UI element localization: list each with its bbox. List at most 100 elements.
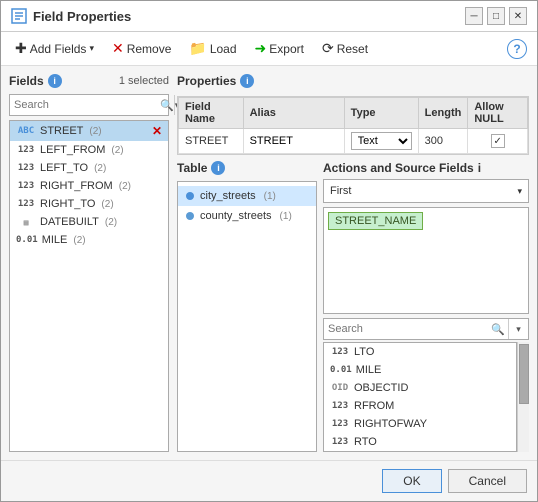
- help-button[interactable]: ?: [507, 39, 527, 59]
- remove-button[interactable]: ✕ Remove: [108, 38, 175, 59]
- field-name: RIGHT_TO: [40, 198, 95, 210]
- properties-table-section: Field Name Alias Type Length Allow NULL …: [177, 96, 529, 155]
- dropdown-value: First: [330, 185, 351, 197]
- type-select[interactable]: Text Integer Double Date: [351, 132, 412, 150]
- cell-field-name: STREET: [179, 129, 244, 154]
- dialog-title: Field Properties: [33, 9, 131, 24]
- bottom-bar: OK Cancel: [1, 460, 537, 501]
- allow-null-checkbox[interactable]: ✓: [491, 134, 505, 148]
- source-item-rightofway[interactable]: 123 RIGHTOFWAY: [324, 415, 516, 433]
- source-search-icon[interactable]: 🔍: [488, 319, 508, 339]
- source-search-box: 🔍 ▾: [323, 318, 529, 340]
- source-chip[interactable]: STREET_NAME: [328, 212, 423, 230]
- fields-list: ABC STREET (2) ✕ 123 LEFT_FROM (2) 123 L…: [9, 120, 169, 452]
- table-info-icon[interactable]: i: [211, 161, 225, 175]
- field-count: (2): [119, 181, 131, 192]
- dialog-icon: [11, 8, 27, 24]
- table-list: city_streets (1) county_streets (1): [177, 181, 317, 452]
- source-search-dropdown[interactable]: ▾: [508, 319, 528, 339]
- table-item-count: (1): [280, 211, 292, 222]
- table-item-county-streets[interactable]: county_streets (1): [178, 206, 316, 226]
- table-item-name: county_streets: [200, 210, 272, 222]
- source-item-type: 123: [330, 401, 350, 411]
- source-fields-box: STREET_NAME: [323, 207, 529, 314]
- source-item-objectid[interactable]: OID OBJECTID: [324, 379, 516, 397]
- properties-label: Properties: [177, 74, 236, 88]
- source-item-name: MILE: [356, 364, 382, 376]
- export-button[interactable]: ➜ Export: [251, 38, 308, 59]
- fields-info-icon[interactable]: i: [48, 74, 62, 88]
- reset-icon: ⟳: [322, 40, 334, 57]
- field-type-abc-icon: ABC: [16, 126, 36, 136]
- field-type-123-icon: 123: [16, 199, 36, 209]
- main-content: Fields i 1 selected 🔍 ▾ ABC STREET (2) ✕…: [1, 66, 537, 460]
- field-item-datebuilt[interactable]: ▦ DATEBUILT (2): [10, 213, 168, 231]
- field-name: DATEBUILT: [40, 216, 99, 228]
- cell-type[interactable]: Text Integer Double Date: [344, 129, 418, 154]
- cancel-button[interactable]: Cancel: [448, 469, 527, 493]
- minimize-button[interactable]: ─: [465, 7, 483, 25]
- fields-search-icon[interactable]: 🔍: [160, 95, 174, 115]
- field-count: (2): [94, 163, 106, 174]
- field-item-left-from[interactable]: 123 LEFT_FROM (2): [10, 141, 168, 159]
- source-search-input[interactable]: [324, 323, 488, 335]
- cell-allow-null[interactable]: ✓: [468, 129, 528, 154]
- source-list-container: 123 LTO 0.01 MILE OID OBJECTID: [323, 342, 529, 452]
- source-item-name: RFROM: [354, 400, 394, 412]
- title-bar-controls: ─ □ ✕: [465, 7, 527, 25]
- fields-search-box: 🔍 ▾: [9, 94, 169, 116]
- ok-button[interactable]: OK: [382, 469, 441, 493]
- source-item-mile[interactable]: 0.01 MILE: [324, 361, 516, 379]
- close-button[interactable]: ✕: [509, 7, 527, 25]
- alias-input[interactable]: [250, 135, 338, 147]
- source-item-rto[interactable]: 123 RTO: [324, 433, 516, 451]
- field-item-right-from[interactable]: 123 RIGHT_FROM (2): [10, 177, 168, 195]
- add-fields-dropdown-arrow: ▾: [89, 43, 94, 54]
- lower-content: Table i city_streets (1) county_streets …: [177, 161, 529, 452]
- table-item-count: (1): [264, 191, 276, 202]
- source-item-name: OBJECTID: [354, 382, 408, 394]
- properties-row: STREET Text Integer Double Date 300: [179, 129, 528, 154]
- title-bar-left: Field Properties: [11, 8, 131, 24]
- load-icon: 📁: [189, 40, 206, 57]
- field-item-right-to[interactable]: 123 RIGHT_TO (2): [10, 195, 168, 213]
- scrollbar[interactable]: [517, 342, 529, 452]
- properties-panel: Properties i Field Name Alias Type Lengt…: [177, 74, 529, 452]
- load-button[interactable]: 📁 Load: [185, 38, 240, 59]
- field-type-grid-icon: ▦: [16, 218, 36, 227]
- field-item-mile[interactable]: 0.01 MILE (2): [10, 231, 168, 249]
- remove-icon: ✕: [112, 40, 124, 57]
- actions-info-icon[interactable]: i: [478, 161, 481, 175]
- field-item-street[interactable]: ABC STREET (2) ✕: [10, 121, 168, 141]
- source-item-name: RTO: [354, 436, 377, 448]
- field-remove-icon[interactable]: ✕: [152, 124, 162, 138]
- source-item-type: 0.01: [330, 365, 352, 375]
- field-count: (2): [89, 126, 101, 137]
- actions-panel: Actions and Source Fields i First ▾ STRE…: [323, 161, 529, 452]
- maximize-button[interactable]: □: [487, 7, 505, 25]
- field-item-left-to[interactable]: 123 LEFT_TO (2): [10, 159, 168, 177]
- fields-panel: Fields i 1 selected 🔍 ▾ ABC STREET (2) ✕…: [9, 74, 169, 452]
- field-name: STREET: [40, 125, 83, 137]
- table-item-city-streets[interactable]: city_streets (1): [178, 186, 316, 206]
- cell-alias[interactable]: [243, 129, 344, 154]
- add-fields-button[interactable]: ✚ Add Fields ▾: [11, 38, 98, 59]
- field-type-123-icon: 123: [16, 163, 36, 173]
- properties-info-icon[interactable]: i: [240, 74, 254, 88]
- fields-header: Fields i 1 selected: [9, 74, 169, 88]
- scrollbar-thumb[interactable]: [519, 344, 529, 404]
- source-item-name: LTO: [354, 346, 374, 358]
- table-item-dot: [186, 192, 194, 200]
- field-count: (2): [101, 199, 113, 210]
- source-item-lto[interactable]: 123 LTO: [324, 343, 516, 361]
- reset-button[interactable]: ⟳ Reset: [318, 38, 372, 59]
- source-item-rfrom[interactable]: 123 RFROM: [324, 397, 516, 415]
- field-count: (2): [105, 217, 117, 228]
- field-name: LEFT_TO: [40, 162, 88, 174]
- dropdown-arrow: ▾: [517, 186, 522, 197]
- fields-search-input[interactable]: [10, 99, 160, 111]
- source-search-area: 🔍 ▾ 123 LTO 0.01 MIL: [323, 318, 529, 452]
- first-dropdown[interactable]: First ▾: [323, 179, 529, 203]
- selected-count: 1 selected: [119, 75, 169, 87]
- properties-table: Field Name Alias Type Length Allow NULL …: [178, 97, 528, 154]
